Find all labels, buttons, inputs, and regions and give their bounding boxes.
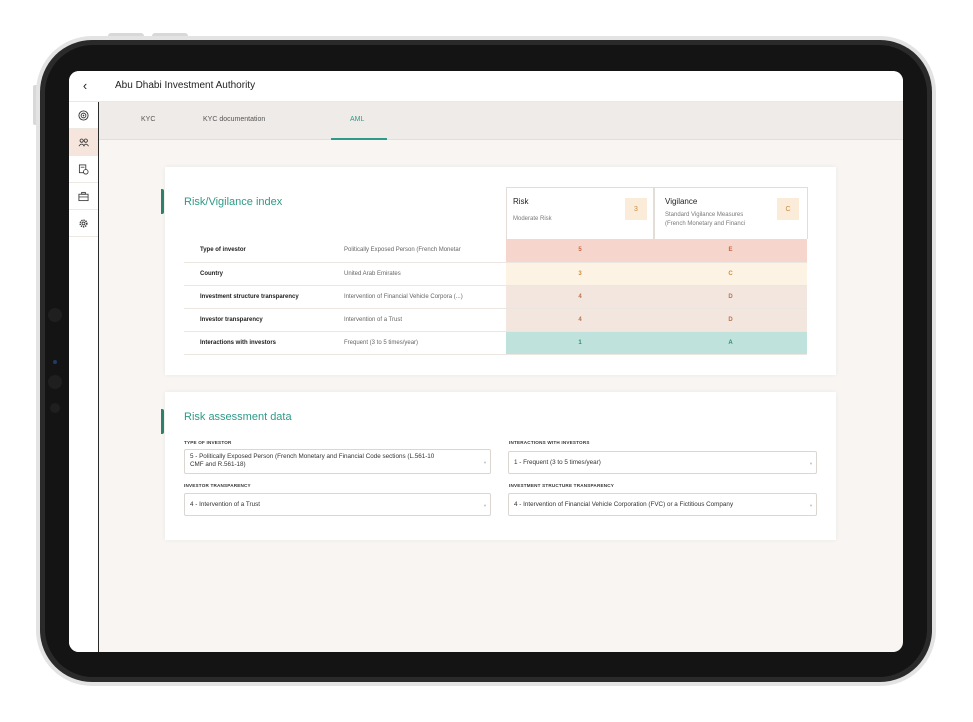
- type-of-investor-value: CMF and R.561-18): [190, 461, 246, 468]
- vigilance-grade: D: [654, 308, 807, 332]
- investor-criterion: Type of investor: [184, 239, 330, 263]
- tab-aml[interactable]: AML: [350, 116, 364, 123]
- table-row: Type of investor Politically Exposed Pers…: [184, 239, 807, 263]
- structure-transparency-value: 4 - Intervention of Financial Vehicle Co…: [514, 501, 734, 508]
- interactions-select[interactable]: 1 - Frequent (3 to 5 times/year) ▼: [508, 451, 817, 474]
- type-of-investor-select[interactable]: 5 - Politically Exposed Person (French M…: [184, 449, 491, 474]
- criterion-value: Intervention of Financial Vehicle Corpor…: [330, 285, 506, 309]
- chevron-down-icon: ▼: [809, 460, 813, 466]
- document-stamp-icon: [78, 164, 89, 174]
- risk-score: 5: [506, 239, 654, 263]
- sidebar-item-settings[interactable]: [69, 210, 98, 237]
- users-icon: [78, 138, 89, 146]
- chevron-down-icon: ▼: [809, 502, 813, 508]
- risk-score: 1: [506, 331, 654, 355]
- criterion-value: Politically Exposed Person (French Monet…: [330, 239, 506, 263]
- active-tab-indicator: [331, 138, 387, 140]
- investor-transparency-label: INVESTOR TRANSPARENCY: [184, 483, 251, 488]
- vigilance-level-text: (French Monetary and Financi: [665, 221, 746, 227]
- vigilance-level-text: Standard Vigilance Measures: [665, 212, 744, 218]
- camera-lens: [53, 360, 57, 364]
- vigilance-header-label: Vigilance: [665, 197, 698, 206]
- card-accent-bar: [161, 409, 164, 434]
- page-title: Abu Dhabi Investment Authority: [115, 80, 256, 91]
- risk-badge: 3: [625, 198, 647, 220]
- chevron-left-icon[interactable]: ‹: [77, 78, 93, 94]
- sidebar-item-documents[interactable]: [69, 156, 98, 183]
- card-title: Risk assessment data: [184, 411, 292, 423]
- criterion-value: Intervention of a Trust: [330, 308, 506, 332]
- vigilance-header: Vigilance Standard Vigilance Measures (F…: [654, 187, 808, 239]
- investor-criterion: Investor transparency: [184, 308, 330, 332]
- vigilance-grade: C: [654, 262, 807, 286]
- sidebar-item-globe[interactable]: [69, 102, 98, 129]
- camera-dot: [48, 375, 62, 389]
- top-bar: ‹ Abu Dhabi Investment Authority: [69, 71, 903, 102]
- vigilance-badge: C: [777, 198, 799, 220]
- tab-bar: KYC KYC documentation AML: [99, 102, 903, 140]
- sidebar-item-portfolio[interactable]: [69, 183, 98, 210]
- risk-vigilance-card: Risk/Vigilance index Risk Moderate Risk …: [161, 167, 836, 375]
- vigilance-grade: E: [654, 239, 807, 263]
- investor-criterion: Interactions with investors: [184, 331, 330, 355]
- table-row: Investment structure transparency Interve…: [184, 285, 807, 309]
- camera-dot: [50, 403, 60, 413]
- risk-assessment-card: Risk assessment data TYPE OF INVESTOR 5 …: [161, 392, 836, 540]
- investor-criterion: Investment structure transparency: [184, 285, 330, 309]
- table-row: Country United Arab Emirates 3 C: [184, 262, 807, 286]
- criterion-value: United Arab Emirates: [330, 262, 506, 286]
- type-of-investor-label: TYPE OF INVESTOR: [184, 440, 232, 445]
- card-title: Risk/Vigilance index: [184, 196, 283, 208]
- sidebar-item-investors[interactable]: [69, 129, 98, 156]
- card-accent-bar: [161, 189, 164, 214]
- table-row: Investor transparency Intervention of a T…: [184, 308, 807, 332]
- vigilance-grade: D: [654, 285, 807, 309]
- interactions-value: 1 - Frequent (3 to 5 times/year): [514, 459, 601, 466]
- sidebar: [69, 102, 99, 652]
- risk-level-text: Moderate Risk: [513, 216, 552, 222]
- briefcase-icon: [78, 191, 89, 201]
- chevron-down-icon: ▼: [483, 502, 487, 508]
- camera-dot: [48, 308, 62, 322]
- gear-icon: [79, 218, 88, 228]
- vigilance-grade: A: [654, 331, 807, 355]
- risk-score: 3: [506, 262, 654, 286]
- criterion-value: Frequent (3 to 5 times/year): [330, 331, 506, 355]
- table-row: Interactions with investors Frequent (3 t…: [184, 331, 807, 355]
- investor-transparency-value: 4 - Intervention of a Trust: [190, 501, 261, 508]
- globe-icon: [78, 109, 89, 121]
- structure-transparency-select[interactable]: 4 - Intervention of Financial Vehicle Co…: [508, 493, 817, 516]
- tab-kyc[interactable]: KYC: [141, 116, 155, 123]
- risk-score: 4: [506, 308, 654, 332]
- investor-transparency-select[interactable]: 4 - Intervention of a Trust ▼: [184, 493, 491, 516]
- risk-header: Risk Moderate Risk 3: [506, 187, 654, 239]
- interactions-label: INTERACTIONS WITH INVESTORS: [509, 440, 590, 445]
- structure-transparency-label: INVESTMENT STRUCTURE TRANSPARENCY: [509, 483, 615, 488]
- risk-index-table: Type of investor Politically Exposed Pers…: [184, 239, 807, 355]
- app-screen: ‹ Abu Dhabi Investment Authority KYC KYC…: [69, 71, 903, 652]
- tab-kyc-documentation[interactable]: KYC documentation: [203, 116, 265, 123]
- risk-score: 4: [506, 285, 654, 309]
- investor-criterion: Country: [184, 262, 330, 286]
- chevron-down-icon: ▼: [483, 459, 487, 465]
- risk-header-label: Risk: [513, 197, 529, 206]
- type-of-investor-value: 5 - Politically Exposed Person (French M…: [190, 453, 435, 460]
